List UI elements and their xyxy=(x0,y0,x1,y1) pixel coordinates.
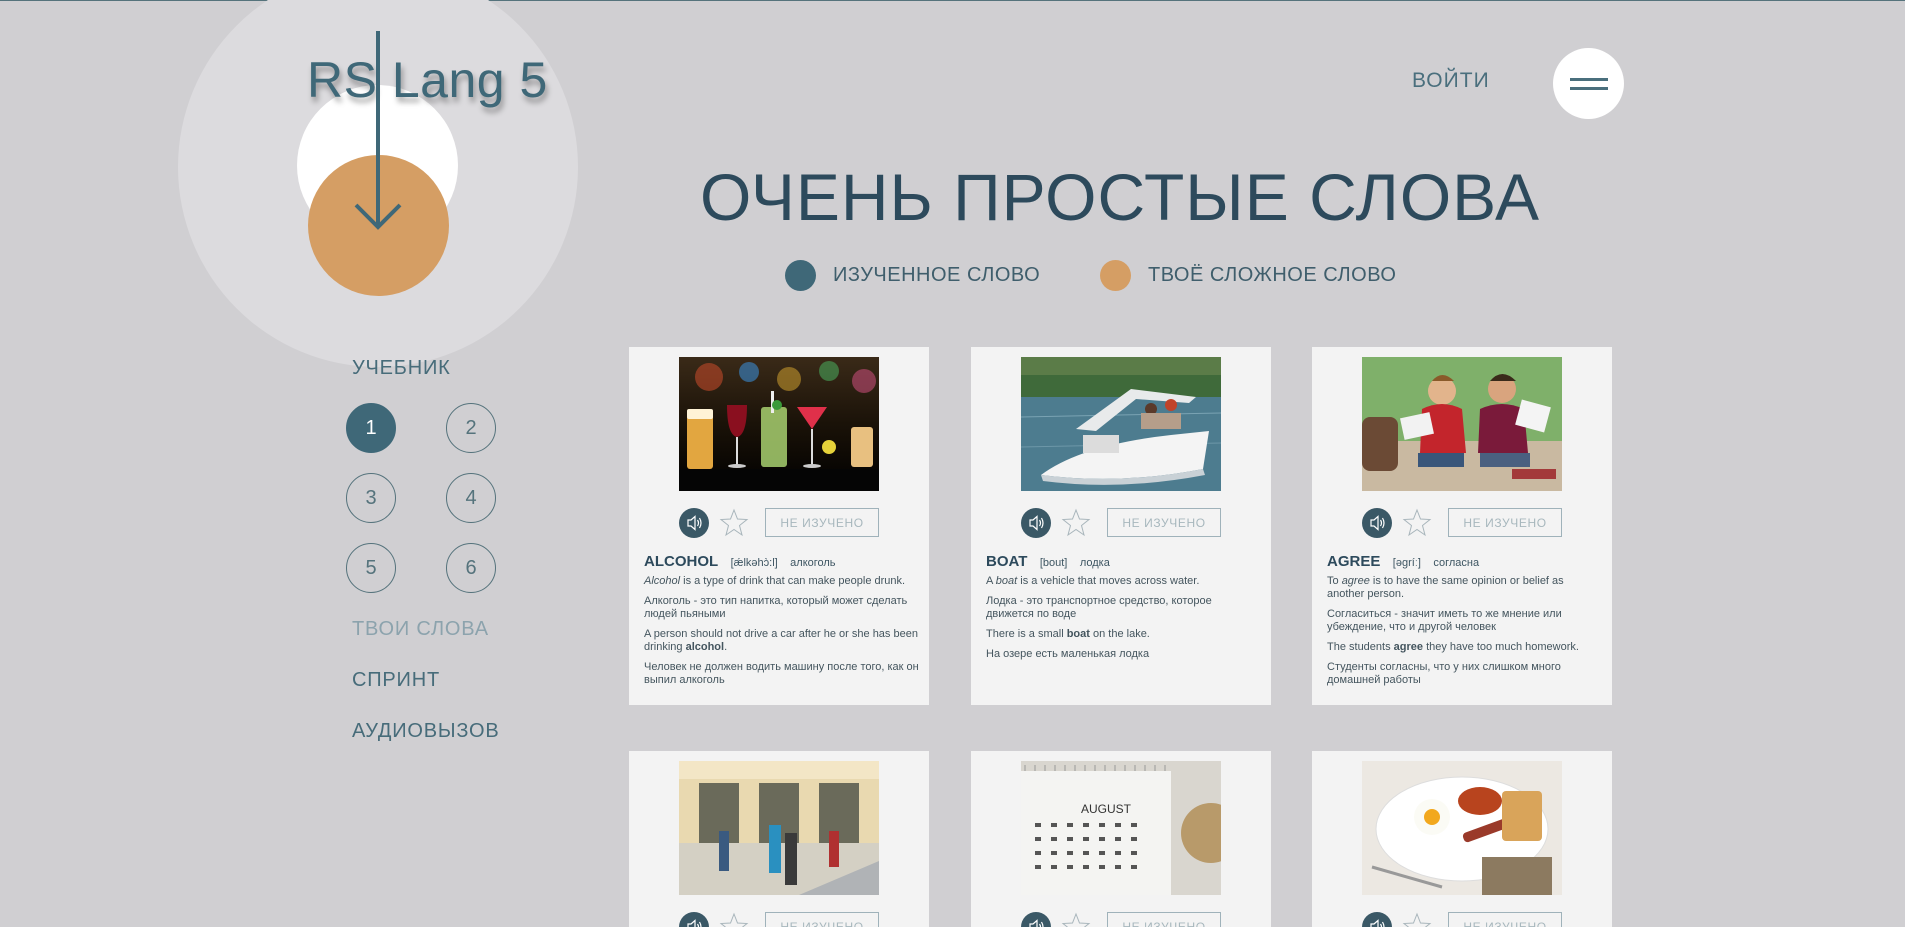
level-button-6[interactable]: 6 xyxy=(446,543,496,593)
speaker-icon xyxy=(1370,515,1385,531)
example-en: There is a small boat on the lake. xyxy=(986,628,1150,640)
audio-button[interactable] xyxy=(1021,508,1051,538)
speaker-icon xyxy=(687,515,702,531)
example-en: The students agree they have too much ho… xyxy=(1327,641,1579,653)
word-header: AGREE [əgríː] согласна xyxy=(1327,553,1602,571)
arrow-down-icon xyxy=(354,31,402,230)
level-button-5[interactable]: 5 xyxy=(346,543,396,593)
legend-hard-dot xyxy=(1100,259,1131,291)
word-header: ALCOHOL [ǽlkəhɔ̀:l] алкоголь xyxy=(644,553,919,571)
status-button[interactable]: НЕ ИЗУЧЕНО xyxy=(1448,508,1562,537)
audio-button[interactable] xyxy=(1362,508,1392,538)
word-details: Alcohol is a type of drink that can make… xyxy=(644,575,919,694)
star-outline-icon[interactable] xyxy=(1402,912,1432,927)
status-button[interactable]: НЕ ИЗУЧЕНО xyxy=(1107,508,1221,537)
word-text: ALCOHOL xyxy=(644,553,719,570)
meaning-ru: Лодка - это транспортное средство, котор… xyxy=(986,595,1212,620)
word-transcription: [bout] xyxy=(1039,557,1068,569)
status-button[interactable]: НЕ ИЗУЧЕНО xyxy=(765,912,879,927)
example-en: A person should not drive a car after he… xyxy=(644,628,918,653)
word-card: НЕ ИЗУЧЕНО ALCOHOL [ǽlkəhɔ̀:l] алкоголь … xyxy=(629,347,929,705)
star-outline-icon[interactable] xyxy=(1402,508,1432,538)
logo-text: RS Lang 5 xyxy=(307,52,548,108)
speaker-icon xyxy=(1029,919,1044,927)
nav-sprint[interactable]: СПРИНТ xyxy=(352,669,440,692)
hamburger-icon xyxy=(1570,78,1608,81)
menu-button[interactable] xyxy=(1553,48,1624,119)
word-details: A boat is a vehicle that moves across wa… xyxy=(986,575,1261,668)
word-translation: алкоголь xyxy=(790,557,836,569)
legend-learned-dot xyxy=(785,259,816,291)
word-translation: согласна xyxy=(1433,557,1480,569)
word-details: To agree is to have the same opinion or … xyxy=(1327,575,1602,694)
example-ru: На озере есть маленькая лодка xyxy=(986,648,1150,660)
level-button-3[interactable]: 3 xyxy=(346,473,396,523)
word-text: AGREE xyxy=(1327,553,1381,570)
meaning-en: To agree is to have the same opinion or … xyxy=(1327,575,1564,600)
level-button-2[interactable]: 2 xyxy=(446,403,496,453)
star-outline-icon[interactable] xyxy=(719,912,749,927)
example-ru: Человек не должен водить машину после то… xyxy=(644,661,919,686)
word-card: НЕ ИЗУЧЕНО xyxy=(629,751,929,927)
nav-audiocall[interactable]: АУДИОВЫЗОВ xyxy=(352,720,500,743)
legend-hard: ТВОЁ СЛОЖНОЕ СЛОВО xyxy=(1100,259,1396,291)
status-button[interactable]: НЕ ИЗУЧЕНО xyxy=(765,508,879,537)
status-button[interactable]: НЕ ИЗУЧЕНО xyxy=(1448,912,1562,927)
word-transcription: [əgríː] xyxy=(1392,557,1421,569)
speaker-icon xyxy=(687,919,702,927)
audio-button[interactable] xyxy=(679,912,709,927)
meaning-en: A boat is a vehicle that moves across wa… xyxy=(986,575,1200,587)
login-link[interactable]: ВОЙТИ xyxy=(1412,69,1490,93)
word-transcription: [ǽlkəhɔ̀:l] xyxy=(730,557,778,569)
word-card: НЕ ИЗУЧЕНО AGREE [əgríː] согласна To agr… xyxy=(1312,347,1612,705)
speaker-icon xyxy=(1029,515,1044,531)
level-button-4[interactable]: 4 xyxy=(446,473,496,523)
page-title: ОЧЕНЬ ПРОСТЫЕ СЛОВА xyxy=(699,160,1541,234)
word-image xyxy=(1362,761,1562,895)
word-image: AUGUST xyxy=(1021,761,1221,895)
audio-button[interactable] xyxy=(679,508,709,538)
word-translation: лодка xyxy=(1079,557,1110,569)
legend-learned-label: ИЗУЧЕННОЕ СЛОВО xyxy=(833,263,1041,286)
word-image xyxy=(1021,357,1221,491)
word-card: НЕ ИЗУЧЕНО BOAT [bout] лодка A boat is a… xyxy=(971,347,1271,705)
audio-button[interactable] xyxy=(1362,912,1392,927)
meaning-ru: Алкоголь - это тип напитка, который може… xyxy=(644,595,908,620)
legend-learned: ИЗУЧЕННОЕ СЛОВО xyxy=(785,259,1040,291)
word-header: BOAT [bout] лодка xyxy=(986,553,1261,571)
speaker-icon xyxy=(1370,919,1385,927)
star-outline-icon[interactable] xyxy=(719,508,749,538)
word-card: AUGUST НЕ ИЗУЧЕНО xyxy=(971,751,1271,927)
nav-textbook[interactable]: УЧЕБНИК xyxy=(352,357,451,380)
audio-button[interactable] xyxy=(1021,912,1051,927)
calendar-month-text: AUGUST xyxy=(1081,802,1132,816)
star-outline-icon[interactable] xyxy=(1061,912,1091,927)
word-image xyxy=(679,357,879,491)
hamburger-icon-line xyxy=(1570,87,1608,90)
word-image xyxy=(1362,357,1562,491)
legend-hard-label: ТВОЁ СЛОЖНОЕ СЛОВО xyxy=(1148,263,1397,286)
meaning-ru: Согласиться - значит иметь то же мнение … xyxy=(1327,608,1562,633)
word-image xyxy=(679,761,879,895)
nav-my-words[interactable]: ТВОИ СЛОВА xyxy=(352,618,489,641)
level-button-1[interactable]: 1 xyxy=(346,403,396,453)
star-outline-icon[interactable] xyxy=(1061,508,1091,538)
word-text: BOAT xyxy=(986,553,1028,570)
status-button[interactable]: НЕ ИЗУЧЕНО xyxy=(1107,912,1221,927)
example-ru: Студенты согласны, что у них слишком мно… xyxy=(1327,661,1561,686)
meaning-en: Alcohol is a type of drink that can make… xyxy=(644,575,906,587)
word-card: НЕ ИЗУЧЕНО xyxy=(1312,751,1612,927)
